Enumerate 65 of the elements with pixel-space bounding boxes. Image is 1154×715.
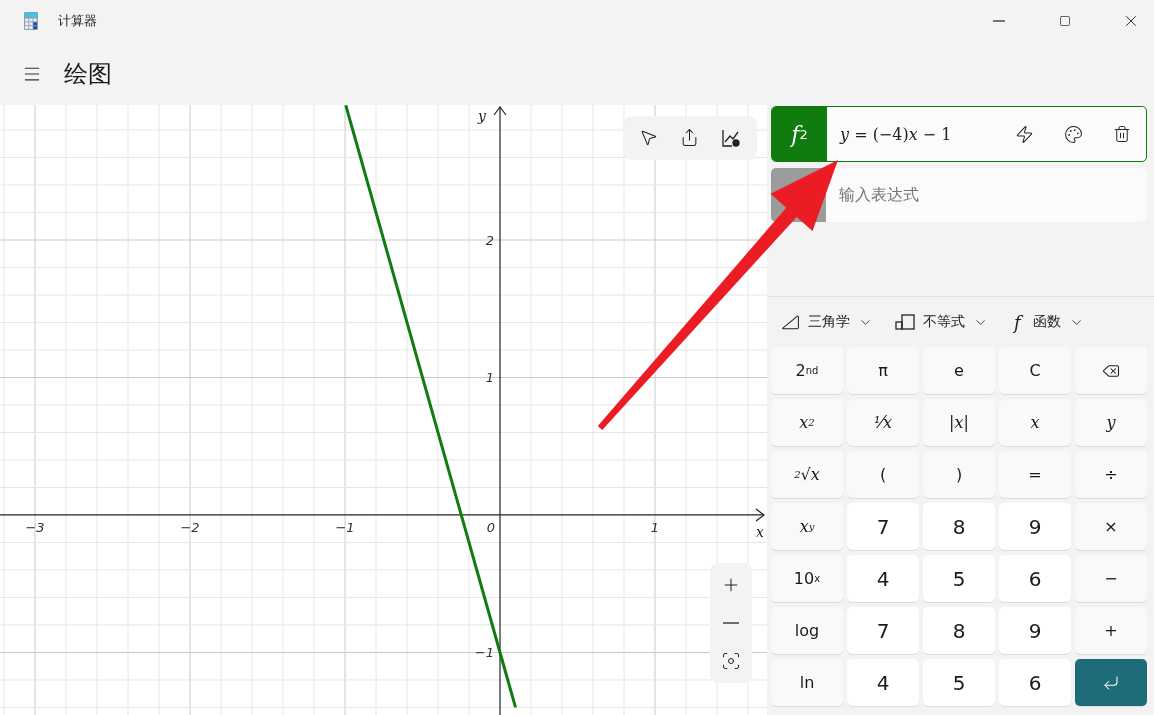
keypad-key[interactable]: 7 — [847, 503, 919, 550]
axis-label: x — [756, 523, 764, 540]
keypad-key[interactable]: 4 — [847, 555, 919, 602]
tick-label: −2 — [180, 519, 200, 535]
share-icon — [680, 128, 699, 147]
function-icon: f — [1010, 311, 1025, 333]
keypad-key[interactable]: x — [999, 399, 1071, 446]
keypad-key[interactable]: ( — [847, 451, 919, 498]
expression-input[interactable]: 输入表达式 — [826, 185, 1147, 205]
expression-field[interactable]: 输入表达式 — [771, 168, 1147, 222]
minus-icon — [723, 622, 739, 624]
keypad-key[interactable]: x$^{2}$ — [771, 399, 843, 446]
inequality-icon — [895, 314, 915, 330]
keypad-key[interactable]: ¹⁄x — [847, 399, 919, 446]
category-dropdown[interactable]: 三角学 — [781, 312, 873, 332]
graph-settings-icon — [721, 128, 741, 148]
function-expression: y = (−4)x − 1 — [838, 124, 953, 144]
keypad-key[interactable]: 5 — [923, 659, 995, 706]
function-graph[interactable]: x y −3 −2 −1 0 1 −1 1 2 — [0, 105, 767, 715]
keypad-key[interactable]: ) — [923, 451, 995, 498]
tick-label: −1 — [335, 519, 355, 535]
keypad-key[interactable]: 8 — [923, 503, 995, 550]
tick-label: 1 — [650, 519, 660, 535]
keypad-key[interactable]: 9 — [999, 607, 1071, 654]
origin-label: 0 — [486, 519, 495, 535]
tick-label: −3 — [25, 519, 45, 535]
keypad-key[interactable]: log — [771, 607, 843, 654]
category-dropdown[interactable]: 不等式 — [895, 313, 988, 331]
keypad-key[interactable]: ÷ — [1075, 451, 1147, 498]
keypad-key[interactable]: × — [1075, 503, 1147, 550]
keypad-key[interactable]: y — [1075, 399, 1147, 446]
pointer-icon — [639, 128, 658, 147]
keypad-key[interactable]: + — [1075, 607, 1147, 654]
palette-icon — [1064, 124, 1083, 144]
page-title: 绘图 — [64, 58, 112, 90]
minimize-icon — [993, 20, 1005, 22]
keypad-key[interactable]: 7 — [847, 607, 919, 654]
keypad-key[interactable]: 4 — [847, 659, 919, 706]
category-dropdown[interactable]: f 函数 — [1010, 311, 1084, 333]
keypad-key[interactable]: x$^{y}$ — [771, 503, 843, 550]
trash-icon — [1113, 125, 1131, 143]
tick-label: 1 — [485, 370, 494, 386]
tick-label: 2 — [485, 233, 494, 248]
keypad-key[interactable]: 10$^{x}$ — [771, 555, 843, 602]
calculator-icon — [24, 12, 38, 30]
maximize-icon — [1059, 15, 1071, 27]
keypad-key[interactable]: 5 — [923, 555, 995, 602]
lightning-icon — [1015, 124, 1034, 144]
keypad-key[interactable]: C — [999, 347, 1071, 394]
keypad-key[interactable]: 2$^{nd}$ — [771, 347, 843, 394]
keypad-key[interactable]: 8 — [923, 607, 995, 654]
window-title: 计算器 — [58, 12, 98, 30]
keypad-key[interactable]: π — [847, 347, 919, 394]
axis-label: y — [478, 108, 486, 124]
keypad-key[interactable]: |x| — [923, 399, 995, 446]
keypad-key[interactable]: 9 — [999, 503, 1071, 550]
focus-icon — [721, 651, 741, 671]
tick-label: −1 — [474, 645, 494, 661]
keypad-key[interactable]: − — [1075, 555, 1147, 602]
keypad-key[interactable]: 6 — [999, 659, 1071, 706]
keypad-key[interactable]: ln — [771, 659, 843, 706]
keypad-key[interactable]: $^{2}$√x — [771, 451, 843, 498]
keypad-key[interactable]: 6 — [999, 555, 1071, 602]
keypad-key[interactable]: = — [999, 451, 1071, 498]
keypad-key[interactable]: e — [923, 347, 995, 394]
